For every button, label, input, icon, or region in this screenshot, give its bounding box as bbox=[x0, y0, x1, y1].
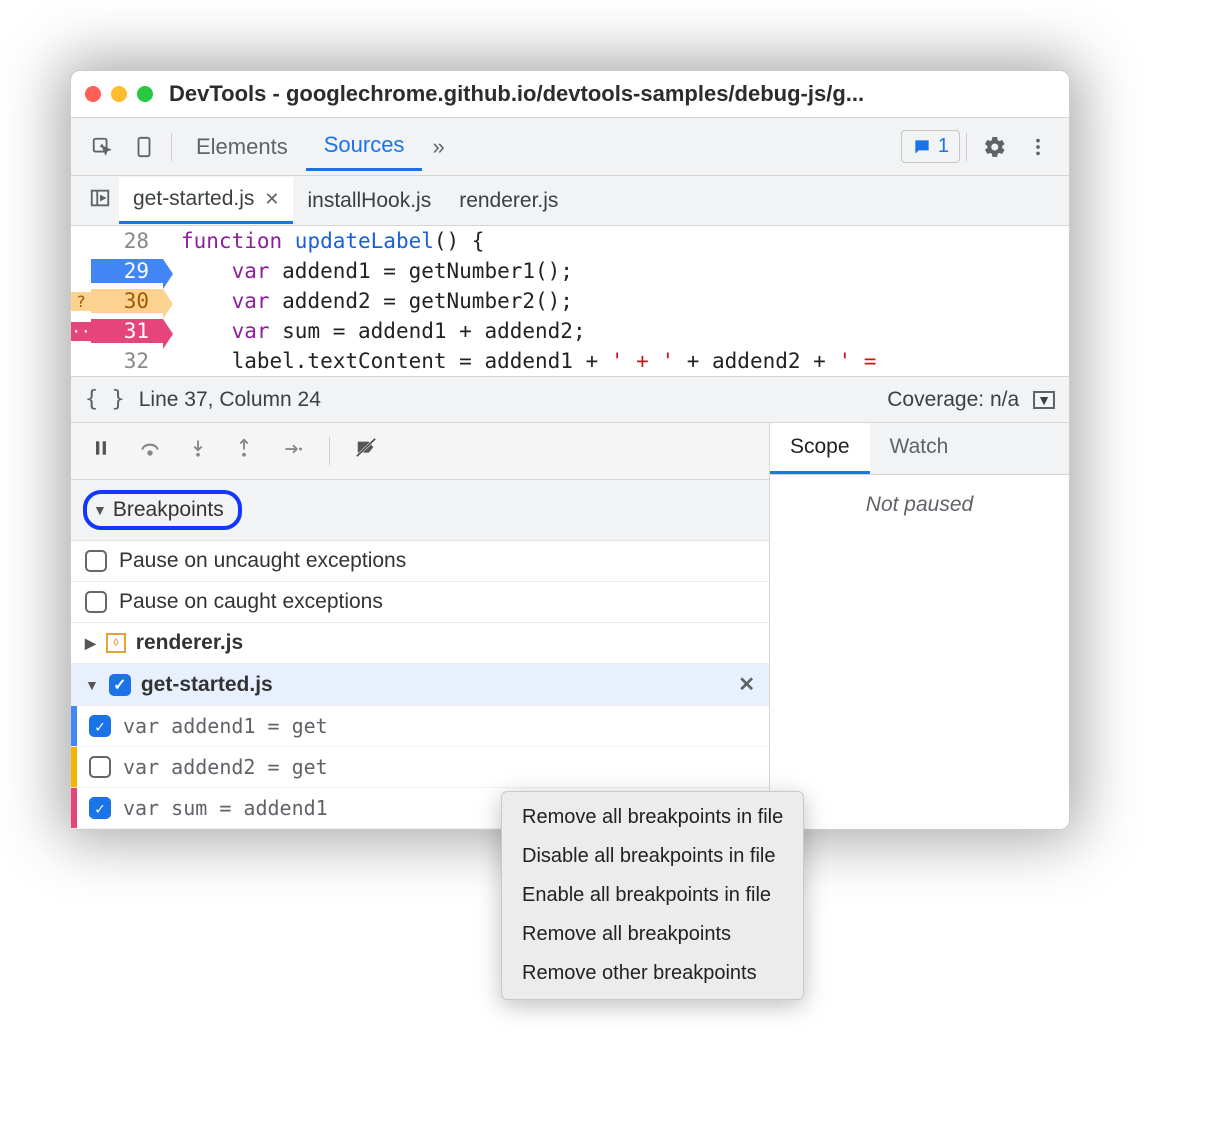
file-tab-get-started[interactable]: get-started.js ✕ bbox=[119, 177, 293, 224]
left-pane: ▼ Breakpoints Pause on uncaught exceptio… bbox=[71, 423, 769, 829]
breakpoint-stripe bbox=[71, 747, 77, 787]
file-group-label: get-started.js bbox=[141, 673, 273, 697]
breakpoint-text: var addend2 = get bbox=[123, 755, 328, 779]
line-number[interactable]: 32 bbox=[91, 349, 163, 373]
breakpoint-text: var addend1 = get bbox=[123, 714, 328, 738]
breakpoint-item[interactable]: ✓ var addend1 = get bbox=[71, 706, 769, 747]
deactivate-breakpoints-icon[interactable] bbox=[344, 431, 388, 471]
line-number-logpoint[interactable]: 31 bbox=[91, 319, 163, 343]
separator bbox=[171, 133, 172, 161]
pause-uncaught-row[interactable]: Pause on uncaught exceptions bbox=[71, 541, 769, 582]
pause-caught-row[interactable]: Pause on caught exceptions bbox=[71, 582, 769, 623]
breakpoint-stripe bbox=[71, 706, 77, 746]
gutter: 28 29 ?30 ··31 32 bbox=[71, 226, 163, 376]
file-tab-installhook[interactable]: installHook.js bbox=[293, 179, 445, 223]
not-paused-message: Not paused bbox=[770, 475, 1069, 535]
pause-caught-label: Pause on caught exceptions bbox=[119, 590, 383, 614]
breakpoints-label-highlight: ▼ Breakpoints bbox=[83, 490, 242, 530]
chevron-down-icon: ▼ bbox=[85, 677, 99, 693]
menu-remove-all[interactable]: Remove all breakpoints bbox=[502, 915, 803, 954]
checkbox-checked-icon[interactable]: ✓ bbox=[89, 797, 111, 819]
line-number[interactable]: 28 bbox=[91, 229, 163, 253]
pause-uncaught-label: Pause on uncaught exceptions bbox=[119, 549, 406, 573]
menu-remove-other[interactable]: Remove other breakpoints bbox=[502, 954, 803, 993]
menu-disable-all-in-file[interactable]: Disable all breakpoints in file bbox=[502, 837, 803, 876]
file-tabs-row: get-started.js ✕ installHook.js renderer… bbox=[71, 176, 1069, 226]
breakpoint-group-renderer[interactable]: ▶ ◊ renderer.js bbox=[71, 623, 769, 664]
coverage-status: Coverage: n/a bbox=[887, 388, 1019, 412]
inspect-icon[interactable] bbox=[81, 130, 123, 164]
right-tabs: Scope Watch bbox=[770, 423, 1069, 475]
close-icon[interactable]: ✕ bbox=[738, 672, 755, 697]
debugger-pane: ▼ Breakpoints Pause on uncaught exceptio… bbox=[71, 423, 1069, 829]
step-icon[interactable] bbox=[271, 432, 315, 470]
navigator-toggle-icon[interactable] bbox=[81, 183, 119, 218]
breakpoint-stripe bbox=[71, 788, 77, 828]
devtools-window: DevTools - googlechrome.github.io/devtoo… bbox=[70, 70, 1070, 830]
tab-elements[interactable]: Elements bbox=[178, 124, 306, 170]
tab-scope[interactable]: Scope bbox=[770, 423, 870, 474]
pretty-print-icon[interactable]: { } bbox=[85, 387, 125, 412]
conditional-marker-icon: ? bbox=[71, 292, 91, 311]
debug-controls bbox=[71, 423, 769, 480]
breakpoints-section-header[interactable]: ▼ Breakpoints bbox=[71, 480, 769, 541]
line-number-breakpoint[interactable]: 29 bbox=[91, 259, 163, 283]
editor-status-bar: { } Line 37, Column 24 Coverage: n/a ▼ bbox=[71, 376, 1069, 423]
more-tabs-icon[interactable]: » bbox=[422, 128, 454, 166]
separator bbox=[329, 437, 330, 465]
pause-icon[interactable] bbox=[81, 432, 121, 470]
breakpoint-item[interactable]: var addend2 = get bbox=[71, 747, 769, 788]
separator bbox=[966, 133, 967, 161]
breakpoints-label: Breakpoints bbox=[113, 498, 224, 522]
menu-enable-all-in-file[interactable]: Enable all breakpoints in file bbox=[502, 876, 803, 915]
chevron-right-icon: ▶ bbox=[85, 635, 96, 652]
cursor-position: Line 37, Column 24 bbox=[139, 388, 321, 412]
traffic-minimize-icon[interactable] bbox=[111, 86, 127, 102]
checkbox-checked-icon[interactable]: ✓ bbox=[89, 715, 111, 737]
code-content: function updateLabel() { var addend1 = g… bbox=[163, 226, 876, 376]
window-title: DevTools - googlechrome.github.io/devtoo… bbox=[169, 81, 1055, 107]
code-editor[interactable]: 28 29 ?30 ··31 32 function updateLabel()… bbox=[71, 226, 1069, 376]
menu-remove-all-in-file[interactable]: Remove all breakpoints in file bbox=[502, 798, 803, 837]
close-icon[interactable]: ✕ bbox=[264, 189, 279, 210]
gear-icon[interactable] bbox=[973, 129, 1017, 165]
checkbox-icon[interactable] bbox=[89, 756, 111, 778]
line-number-conditional-breakpoint[interactable]: 30 bbox=[91, 289, 163, 313]
context-menu: Remove all breakpoints in file Disable a… bbox=[501, 791, 804, 1000]
tab-watch[interactable]: Watch bbox=[870, 423, 969, 474]
chevron-down-icon: ▼ bbox=[93, 502, 107, 518]
breakpoint-text: var sum = addend1 bbox=[123, 796, 328, 820]
feedback-button[interactable]: 1 bbox=[901, 130, 960, 163]
coverage-toggle-icon[interactable]: ▼ bbox=[1033, 391, 1055, 409]
device-toggle-icon[interactable] bbox=[123, 130, 165, 164]
titlebar: DevTools - googlechrome.github.io/devtoo… bbox=[71, 71, 1069, 118]
step-into-icon[interactable] bbox=[179, 431, 217, 471]
right-pane: Scope Watch Not paused bbox=[769, 423, 1069, 829]
file-group-label: renderer.js bbox=[136, 631, 243, 655]
checkbox-icon[interactable] bbox=[85, 550, 107, 572]
feedback-count: 1 bbox=[938, 135, 949, 158]
file-tab-renderer[interactable]: renderer.js bbox=[445, 179, 572, 223]
js-file-icon: ◊ bbox=[106, 633, 126, 653]
step-out-icon[interactable] bbox=[225, 431, 263, 471]
file-tab-label: get-started.js bbox=[133, 187, 254, 211]
tab-sources[interactable]: Sources bbox=[306, 122, 423, 171]
kebab-menu-icon[interactable] bbox=[1017, 130, 1059, 164]
step-over-icon[interactable] bbox=[129, 432, 171, 470]
traffic-close-icon[interactable] bbox=[85, 86, 101, 102]
main-toolbar: Elements Sources » 1 bbox=[71, 118, 1069, 176]
traffic-zoom-icon[interactable] bbox=[137, 86, 153, 102]
checkbox-checked-icon[interactable]: ✓ bbox=[109, 674, 131, 696]
checkbox-icon[interactable] bbox=[85, 591, 107, 613]
breakpoint-group-get-started[interactable]: ▼ ✓ get-started.js ✕ bbox=[71, 664, 769, 706]
logpoint-marker-icon: ·· bbox=[71, 322, 91, 341]
